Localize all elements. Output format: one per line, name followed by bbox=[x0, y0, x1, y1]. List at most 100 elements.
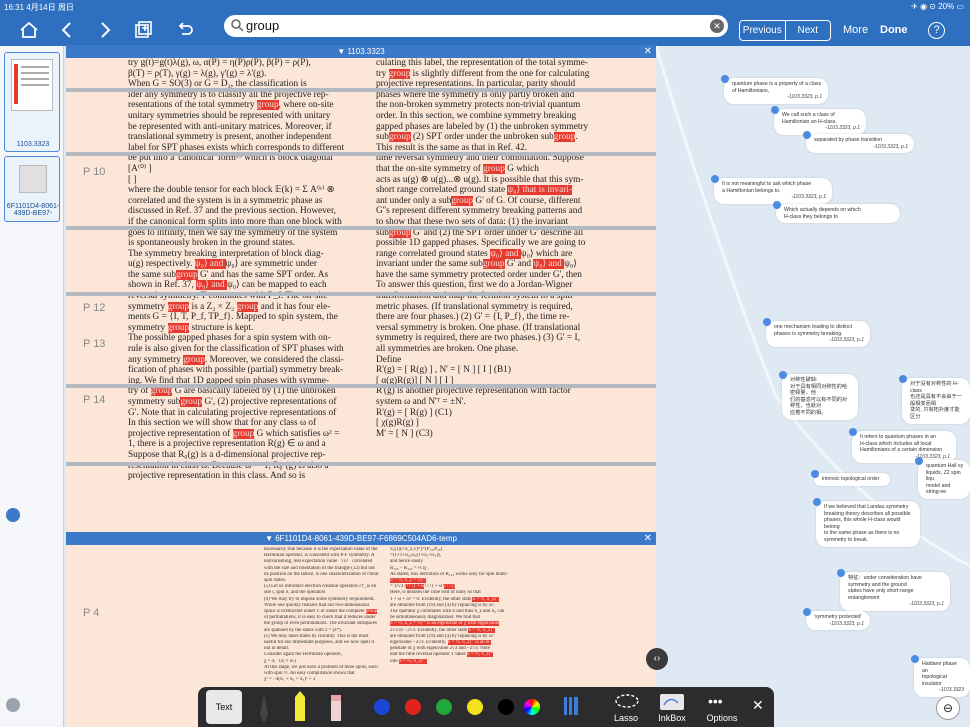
thumbnail-sidebar: 1103.3323 6F1101D4-8061-439D-BE97- bbox=[0, 46, 64, 727]
annotation-note[interactable]: 特征：under consideration have symmetry and … bbox=[837, 569, 950, 611]
highlighter-icon[interactable] bbox=[290, 691, 310, 725]
search-highlight[interactable]: S = ½, S_z = ½⟩⁺ is an eigenstate of χ w… bbox=[390, 621, 500, 627]
close-toolbar-icon[interactable]: ✕ bbox=[752, 697, 764, 714]
eraser-icon[interactable] bbox=[326, 691, 346, 725]
annotation-note[interactable]: one mechanism leading to distinct phases … bbox=[763, 318, 870, 347]
search-highlight[interactable]: group bbox=[176, 269, 198, 280]
zoom-out-icon[interactable]: ⊖ bbox=[936, 696, 960, 720]
lasso-label[interactable]: Lasso bbox=[606, 713, 646, 723]
stroke-width-icon[interactable] bbox=[562, 697, 580, 717]
search-highlight[interactable]: group bbox=[483, 163, 505, 174]
text-line: try g(t)=g(t)λ(g), ω, α(P) = η(P)ρ(P), β… bbox=[128, 58, 311, 68]
annotation-note[interactable]: Haldane phase an topological insulator -11… bbox=[911, 655, 970, 697]
annotation-note[interactable]: 'symmetry protected' -1103.3323, p.1 bbox=[803, 608, 870, 631]
previous-button[interactable]: Previous bbox=[740, 21, 786, 40]
annotation-note[interactable]: It refers to quantum phases in an H-class… bbox=[849, 428, 956, 464]
search-highlight[interactable]: ψ₀⟩ that is invari- bbox=[507, 185, 572, 196]
options-label[interactable]: Options bbox=[702, 713, 742, 723]
annotation-note[interactable]: 对于没有对称性的 H-class 也还是具有不会由于一般相变而相 变的, 只有拓扑度… bbox=[899, 375, 970, 424]
search-highlight[interactable]: S = ½, S_z⟩⁻ bbox=[468, 627, 495, 633]
text-line: where the double tensor for each block 𝔼… bbox=[128, 185, 335, 196]
list-icon[interactable] bbox=[6, 698, 20, 712]
search-highlight[interactable]: ↑↑↓⟩ + ω bbox=[406, 584, 425, 590]
search-highlight[interactable]: group bbox=[183, 354, 205, 365]
search-highlight[interactable]: S = ½, S_z⟩⁻. bbox=[399, 658, 427, 664]
clear-search-icon[interactable]: ✕ bbox=[710, 19, 724, 33]
close-pane-icon[interactable]: ✕ bbox=[644, 45, 652, 58]
color-swatch[interactable] bbox=[374, 699, 390, 715]
search-highlight[interactable]: ψ₀⟩ and bbox=[196, 280, 227, 291]
annotation-note[interactable]: separated by phase transition -1103.3323,… bbox=[803, 131, 914, 154]
pen-icon[interactable] bbox=[254, 691, 274, 725]
text-tool-button[interactable]: Text bbox=[206, 690, 242, 724]
thumbnail-doc-2[interactable]: 6F1101D4-8061-439D-BE97- bbox=[4, 156, 60, 222]
text-line: 1, there is a projective representation … bbox=[128, 439, 326, 450]
help-icon[interactable]: ? bbox=[928, 22, 945, 39]
search-highlight[interactable]: group bbox=[482, 259, 505, 270]
thumbnail-doc-1[interactable]: 1103.3323 bbox=[4, 52, 60, 152]
annotation-note[interactable]: quantum Hall sy liquids, Z2 spin liqu mode… bbox=[915, 457, 970, 499]
search-highlight[interactable]: S = ½, S_z = ½⟩⁺ bbox=[390, 578, 426, 584]
add-page-icon[interactable] bbox=[132, 20, 154, 42]
color-swatch[interactable] bbox=[467, 699, 483, 715]
annotation-source: -1103.3323 bbox=[939, 687, 964, 694]
annotation-note[interactable]: We call such a class of Hamiltonian an H-… bbox=[771, 106, 866, 135]
text-line: all symmetries are broken. One phase. bbox=[376, 344, 519, 355]
close-pane-icon[interactable]: ✕ bbox=[644, 532, 652, 545]
search-highlight[interactable]: group bbox=[388, 132, 411, 143]
split-toggle-icon[interactable]: ‹› bbox=[646, 648, 668, 670]
search-highlight[interactable]: group bbox=[167, 301, 190, 312]
annotation-note[interactable]: If we believed that Landau symmetry break… bbox=[813, 498, 920, 547]
options-icon[interactable]: ••• bbox=[708, 693, 723, 709]
annotation-canvas[interactable]: quantum phase is a property of a class of… bbox=[656, 46, 970, 727]
text-line: short range correlated ground state ψ₀⟩ … bbox=[376, 185, 572, 196]
lasso-icon[interactable] bbox=[614, 693, 640, 711]
annotation-note[interactable]: intrinsic topological order bbox=[811, 470, 890, 486]
search-highlight[interactable]: ψ₀⟩ and bbox=[490, 248, 521, 259]
search-highlight[interactable]: ψ₀⟩ and bbox=[194, 259, 226, 270]
search-highlight[interactable]: S = ½, S_z⟩⁺ bbox=[466, 652, 494, 658]
annotation-note[interactable]: quantum phase is a property of a class of… bbox=[721, 75, 828, 104]
annotation-note[interactable]: It is not meaningful to ask which phase a… bbox=[711, 175, 832, 204]
done-button[interactable]: Done bbox=[880, 24, 908, 36]
text-line: invariant under the same subgroup G' and… bbox=[376, 259, 577, 270]
page-label: P 4 bbox=[83, 607, 100, 619]
text-line: unitary symmetries should be represented… bbox=[128, 110, 331, 121]
search-highlight[interactable]: group bbox=[553, 132, 576, 143]
search-highlight[interactable]: ↓↑↑⟩) bbox=[443, 584, 455, 590]
color-picker-icon[interactable] bbox=[524, 699, 540, 715]
search-highlight[interactable]: group bbox=[232, 428, 255, 439]
page-label: P 10 bbox=[83, 166, 106, 178]
inkbox-label[interactable]: InkBox bbox=[652, 713, 692, 723]
text-line: To answer this question, first we do a J… bbox=[376, 280, 573, 291]
search-query[interactable]: group bbox=[246, 18, 279, 33]
note-link-icon bbox=[773, 201, 781, 209]
search-highlight[interactable]: group bbox=[180, 397, 203, 407]
search-highlight[interactable]: group bbox=[256, 100, 279, 111]
back-arrow-icon[interactable] bbox=[56, 20, 78, 42]
outline-icon[interactable] bbox=[6, 508, 20, 522]
annotation-note[interactable]: 对称性破缺: 对于具有相同对称性的哈密顿量，他 们的基态可以有不同的对称性，也就对应… bbox=[779, 371, 858, 420]
color-swatch[interactable] bbox=[405, 699, 421, 715]
annotation-note[interactable]: Which actually depends on which H-class t… bbox=[773, 201, 900, 224]
search-highlight[interactable]: group bbox=[388, 68, 411, 79]
search-highlight[interactable]: group bbox=[167, 322, 190, 333]
search-highlight[interactable]: ψ₀⟩ and bbox=[533, 259, 565, 270]
inkbox-icon[interactable] bbox=[658, 693, 686, 711]
search-highlight[interactable]: group bbox=[236, 301, 259, 312]
color-swatch[interactable] bbox=[498, 699, 514, 715]
search-navigation: Previous Next bbox=[739, 20, 831, 41]
next-button[interactable]: Next bbox=[786, 21, 831, 40]
forward-arrow-icon[interactable] bbox=[94, 20, 116, 42]
color-swatch[interactable] bbox=[436, 699, 452, 715]
search-highlight[interactable]: S = ½, S_z⟩⁻ bbox=[472, 596, 499, 602]
more-button[interactable]: More bbox=[843, 24, 868, 36]
annotation-text: to the same phase as there is no bbox=[824, 530, 900, 537]
search-highlight[interactable]: S = ½, S_z⟩⁻ is an ei- bbox=[447, 640, 492, 646]
undo-icon[interactable] bbox=[174, 20, 196, 42]
search-field[interactable]: group ✕ bbox=[224, 15, 728, 37]
home-icon[interactable] bbox=[18, 20, 40, 42]
search-highlight[interactable]: group bbox=[451, 195, 474, 206]
document-pane-1[interactable]: try g(t)=g(t)λ(g), ω, α(P) = η(P)ρ(P), β… bbox=[66, 58, 656, 532]
search-highlight[interactable]: group bbox=[365, 609, 378, 615]
